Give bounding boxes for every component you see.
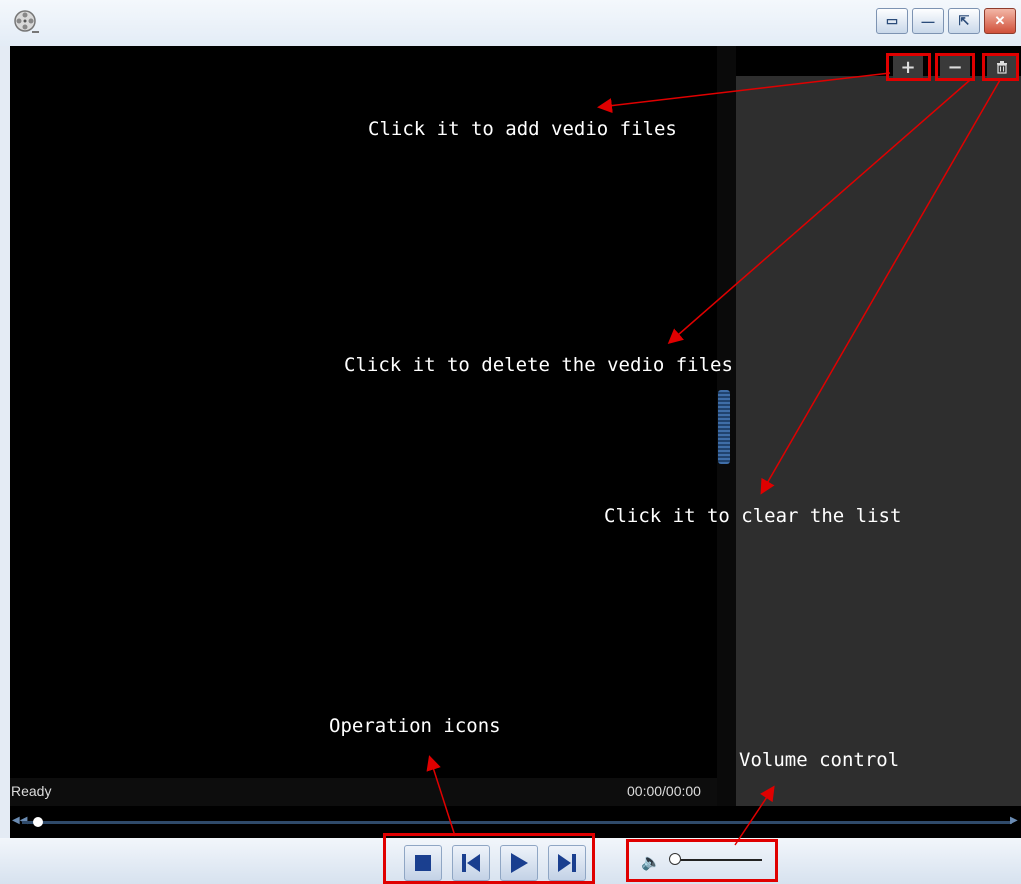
playlist-toolbar bbox=[736, 46, 1021, 76]
operation-highlight-box bbox=[383, 833, 595, 884]
time-display: 00:00/00:00 bbox=[627, 783, 701, 799]
film-reel-icon bbox=[14, 10, 39, 33]
restore-menu-button[interactable]: ▭ bbox=[876, 8, 908, 34]
status-bar bbox=[10, 778, 717, 806]
add-highlight-box bbox=[886, 53, 931, 81]
status-text: Ready bbox=[11, 783, 52, 799]
volume-control-annotation: Volume control bbox=[739, 749, 900, 771]
clear-list-annotation: Click it to clear the list bbox=[604, 505, 902, 527]
delete-files-annotation: Click it to delete the vedio files bbox=[344, 354, 733, 376]
clear-highlight-box bbox=[982, 53, 1019, 81]
remove-highlight-box bbox=[935, 53, 975, 81]
seek-track[interactable] bbox=[22, 821, 1012, 824]
title-bar bbox=[0, 0, 1021, 46]
seek-handle[interactable] bbox=[33, 817, 43, 827]
splitter-grip[interactable] bbox=[718, 390, 730, 464]
add-files-annotation: Click it to add vedio files bbox=[368, 118, 677, 140]
video-area[interactable] bbox=[10, 46, 717, 806]
operation-icons-annotation: Operation icons bbox=[329, 715, 501, 737]
playlist-panel[interactable] bbox=[736, 76, 1021, 806]
close-button[interactable]: ✕ bbox=[984, 8, 1016, 34]
maximize-button[interactable]: ⇱ bbox=[948, 8, 980, 34]
seek-right-arrow-icon: ▶ bbox=[1010, 815, 1018, 826]
minimize-button[interactable]: — bbox=[912, 8, 944, 34]
volume-highlight-box bbox=[626, 839, 778, 882]
